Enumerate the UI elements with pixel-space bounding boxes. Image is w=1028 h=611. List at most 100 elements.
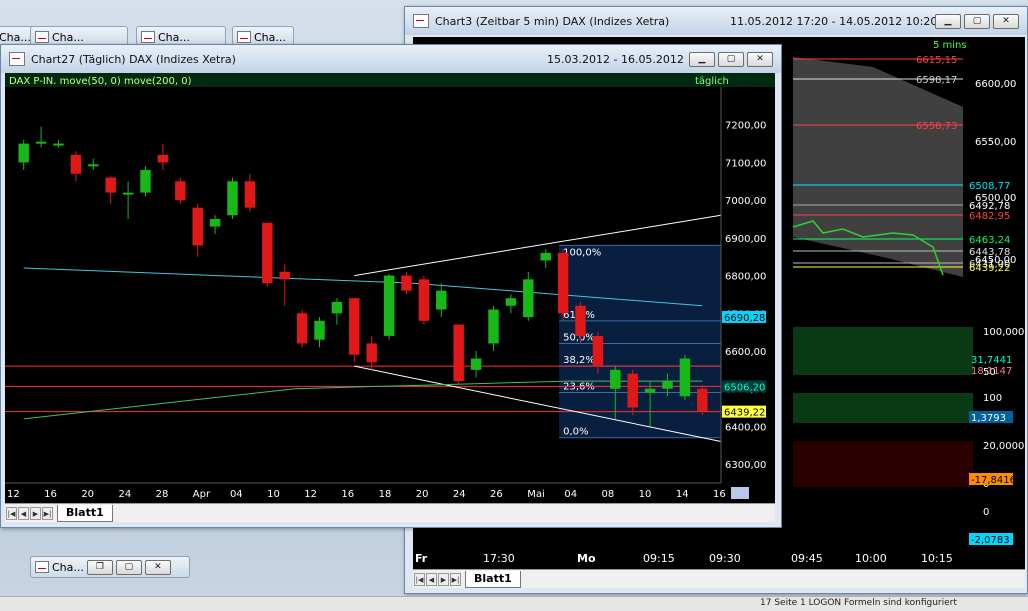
back-x-tick: 10:00	[855, 552, 887, 565]
x-tick-label: Mai	[527, 489, 545, 500]
candle-body	[523, 279, 534, 318]
close-button[interactable]: ✕	[993, 14, 1019, 29]
indicator-panel	[793, 441, 973, 487]
back-price-label: 6463,24	[969, 235, 1010, 246]
back-x-tick: 09:30	[709, 552, 741, 565]
candle-body	[470, 358, 482, 370]
chart27-plot[interactable]: DAX P-IN. move(50, 0) move(200, 0) täglic…	[5, 73, 775, 503]
candle-body	[453, 324, 464, 382]
fib-level-label: 100,0%	[563, 247, 601, 258]
chart-tool-icon	[731, 487, 749, 499]
x-tick-label: 04	[564, 489, 577, 500]
maximize-button[interactable]: ▢	[115, 559, 142, 575]
x-tick-label: 08	[602, 489, 615, 500]
chart-window-icon	[35, 561, 49, 573]
x-tick-label: 20	[416, 489, 429, 500]
indicator-tick: 100	[983, 393, 1002, 404]
candle-body	[575, 305, 586, 336]
chart-window-icon	[413, 14, 429, 28]
candle-body	[366, 343, 377, 363]
chart27-titlebar[interactable]: Chart27 (Täglich) DAX (Indizes Xetra) 15…	[1, 45, 781, 73]
chart3-titlebar[interactable]: Chart3 (Zeitbar 5 min) DAX (Indizes Xetr…	[405, 7, 1027, 35]
y-tick-label: 7200,00	[725, 121, 766, 132]
minimize-button[interactable]: ▁	[689, 52, 715, 67]
price-label-text: 6439,22	[724, 408, 765, 419]
interval-label: 5 mins	[933, 40, 967, 51]
x-tick-label: 16	[341, 489, 354, 500]
indicator-tick: 20,0000	[983, 441, 1024, 452]
candle-body	[557, 252, 569, 314]
back-x-tick: 09:15	[643, 552, 675, 565]
candle-body	[331, 301, 343, 314]
x-tick-label: 28	[156, 489, 169, 500]
back-x-tick: 17:30	[483, 552, 515, 565]
status-text: 17 Seite 1 LOGON Formeln sind konfigurie…	[760, 598, 957, 608]
candle-body	[610, 369, 621, 389]
close-button[interactable]: ✕	[144, 559, 171, 575]
back-y-tick: 6600,00	[975, 79, 1016, 90]
candle-body	[262, 222, 273, 284]
x-tick-label: Apr	[193, 489, 211, 500]
indicator-panel	[793, 507, 973, 537]
back-y-tick: 6450,00	[975, 255, 1016, 266]
restore-button[interactable]: ❐	[86, 559, 113, 575]
x-tick-label: 26	[490, 489, 503, 500]
back-price-label: 6482,95	[969, 211, 1010, 222]
close-button[interactable]: ✕	[747, 52, 773, 67]
back-x-tick: Fr	[415, 552, 428, 565]
candle-body	[592, 335, 604, 367]
next-sheet-button[interactable]: ▶	[438, 572, 449, 586]
back-price-label: 6558,73	[916, 121, 957, 132]
status-bar: 17 Seite 1 LOGON Formeln sind konfigurie…	[0, 596, 1028, 611]
candle-body	[122, 192, 134, 195]
candle-body	[70, 154, 82, 174]
candle-body	[349, 298, 360, 355]
minimized-title: Cha...	[254, 30, 286, 44]
first-sheet-button[interactable]: |◀	[414, 572, 425, 586]
candle-body	[679, 358, 691, 397]
chart27-window[interactable]: Chart27 (Täglich) DAX (Indizes Xetra) 15…	[0, 44, 782, 528]
back-price-label: 6508,77	[969, 181, 1010, 192]
candle-body	[209, 219, 221, 227]
minimized-title: Cha...	[158, 30, 190, 44]
date-range: 15.03.2012 - 16.05.2012	[547, 52, 684, 66]
first-sheet-button[interactable]: |◀	[6, 506, 17, 520]
sheet-tab[interactable]: Blatt1	[465, 570, 521, 588]
y-tick-label: 6300,00	[725, 460, 766, 471]
candle-body	[244, 181, 256, 208]
candle-body	[35, 141, 47, 144]
x-tick-label: 20	[81, 489, 94, 500]
y-tick-label: 6900,00	[725, 234, 766, 245]
next-sheet-button[interactable]: ▶	[30, 506, 41, 520]
candle-body	[314, 320, 325, 340]
y-tick-label: 7000,00	[725, 196, 766, 207]
y-tick-label: 7100,00	[725, 158, 766, 169]
candle-body	[662, 381, 673, 389]
chart-window-icon	[237, 31, 251, 43]
last-sheet-button[interactable]: ▶|	[42, 506, 53, 520]
minimized-title: Cha...	[52, 560, 84, 574]
maximize-button[interactable]: ▢	[964, 14, 990, 29]
back-y-tick: 6500,00	[975, 193, 1016, 204]
maximize-button[interactable]: ▢	[718, 52, 744, 67]
y-tick-label: 6600,00	[725, 347, 766, 358]
prev-sheet-button[interactable]: ◀	[18, 506, 29, 520]
x-tick-label: 10	[267, 489, 280, 500]
minimize-button[interactable]: ▁	[935, 14, 961, 29]
back-y-tick: 6550,00	[975, 137, 1016, 148]
candle-body	[279, 271, 290, 280]
minimized-window-bottom[interactable]: Cha... ❐ ▢ ✕	[30, 556, 190, 578]
candle-body	[18, 143, 29, 163]
candle-body	[644, 388, 656, 393]
last-sheet-button[interactable]: ▶|	[450, 572, 461, 586]
sheet-tab[interactable]: Blatt1	[57, 504, 113, 522]
x-tick-label: 04	[230, 489, 243, 500]
window-title: Chart27 (Täglich) DAX (Indizes Xetra)	[31, 52, 236, 66]
prev-sheet-button[interactable]: ◀	[426, 572, 437, 586]
candle-body	[175, 181, 186, 201]
interval-label: täglich	[695, 76, 729, 87]
indicator-value: -17,8416	[971, 475, 1016, 486]
x-tick-label: 12	[7, 489, 20, 500]
y-tick-label: 6400,00	[725, 422, 766, 433]
minimized-title: Cha...	[0, 30, 31, 44]
